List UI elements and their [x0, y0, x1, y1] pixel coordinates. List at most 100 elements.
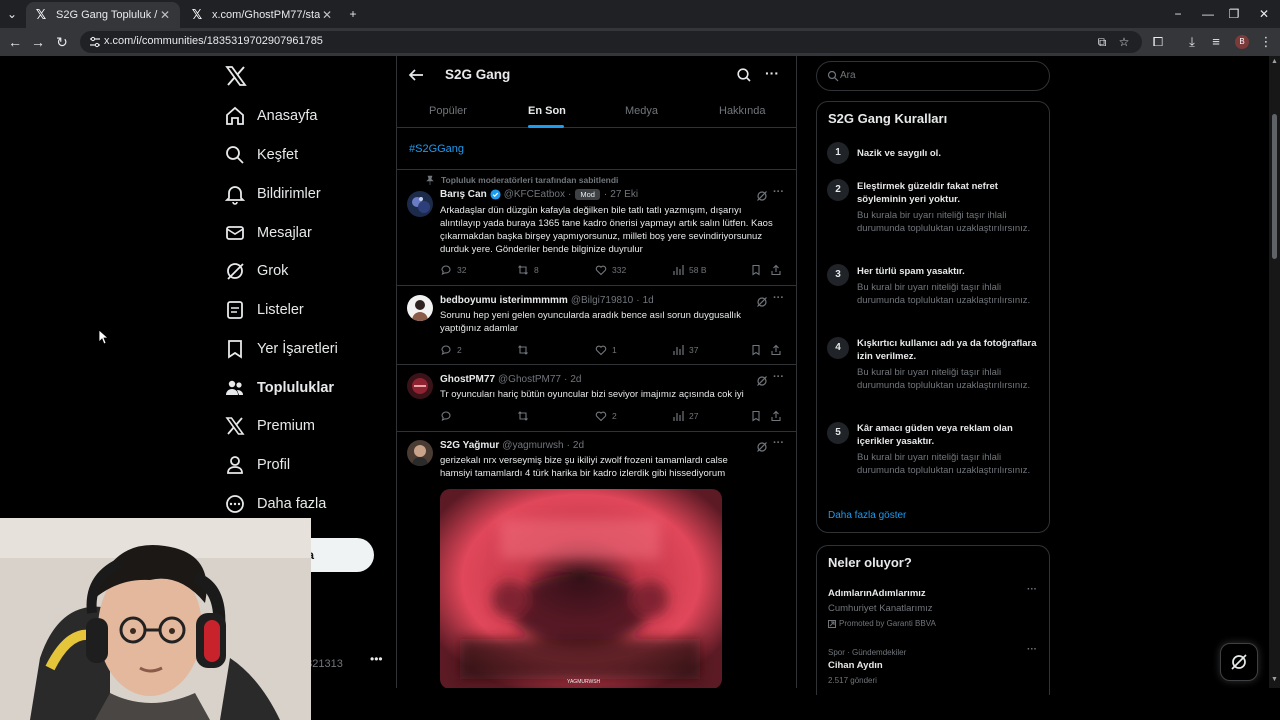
author-handle[interactable]: @yagmurwsh [502, 440, 563, 451]
post[interactable]: S2G Yağmur @yagmurwsh · 2d ··· gerizekal… [397, 432, 796, 688]
bookmark-star-icon[interactable]: ☆ [1116, 34, 1132, 50]
avatar[interactable] [407, 373, 433, 399]
grok-floating-button[interactable] [1220, 643, 1258, 681]
minimize-icon[interactable]: — [1200, 6, 1216, 22]
author-name[interactable]: GhostPM77 [440, 374, 495, 385]
views-button[interactable]: 27 [672, 410, 698, 422]
repost-button[interactable] [517, 344, 534, 356]
browser-tab-active[interactable]: 𝕏 S2G Gang Topluluk / X ✕ [26, 2, 180, 28]
profile-avatar[interactable]: B [1235, 35, 1249, 49]
nav-premium[interactable]: Premium [224, 412, 315, 440]
nav-grok[interactable]: Grok [224, 257, 288, 285]
post-media[interactable]: YAGMURWSH [440, 489, 722, 688]
scroll-up-icon[interactable]: ▲ [1271, 58, 1278, 65]
bookmark-button[interactable] [750, 410, 767, 422]
bookmark-button[interactable] [750, 264, 767, 276]
tab-search-icon[interactable]: ⌄ [4, 6, 20, 22]
nav-profile[interactable]: Profil [224, 451, 290, 479]
post-time[interactable]: 2d [570, 374, 581, 385]
views-button[interactable]: 37 [672, 344, 698, 356]
reply-button[interactable] [440, 410, 457, 422]
post-time[interactable]: 2d [573, 440, 584, 451]
nav-notifications[interactable]: Bildirimler [224, 180, 321, 208]
install-app-icon[interactable]: ⧉ [1094, 34, 1110, 50]
post[interactable]: Topluluk moderatörleri tarafından sabitl… [397, 170, 796, 286]
post[interactable]: bedboyumu isterimmmmm @Bilgi719810 · 1d … [397, 286, 796, 365]
post-more-icon[interactable]: ··· [773, 437, 784, 449]
community-hashtag[interactable]: #S2GGang [409, 143, 464, 155]
nav-messages[interactable]: Mesajlar [224, 219, 312, 247]
tab-latest[interactable]: En Son [528, 94, 566, 128]
browser-tab[interactable]: 𝕏 x.com/GhostPM77/status/1983... ✕ [182, 2, 342, 28]
author-handle[interactable]: @Bilgi719810 [571, 295, 633, 306]
forward-icon[interactable]: → [29, 33, 47, 51]
grok-icon[interactable] [756, 375, 768, 387]
author-name[interactable]: S2G Yağmur [440, 440, 499, 451]
nav-lists[interactable]: Listeler [224, 296, 304, 324]
post[interactable]: GhostPM77 @GhostPM77 · 2d ··· Tr oyuncul… [397, 365, 796, 432]
repost-button[interactable]: 8 [517, 264, 539, 276]
download-icon[interactable]: ⤓ [1184, 34, 1200, 50]
more-options-icon[interactable]: ··· [765, 65, 779, 81]
page-scrollbar[interactable]: ▲ ▼ [1269, 56, 1280, 688]
author-name[interactable]: Barış Can [440, 189, 487, 200]
site-settings-icon[interactable] [88, 35, 102, 49]
post-time[interactable]: 1d [643, 295, 654, 306]
extensions-icon[interactable]: ⧠ [1150, 34, 1166, 50]
nav-more[interactable]: Daha fazla [224, 490, 326, 518]
tab-media[interactable]: Medya [625, 94, 658, 128]
like-button[interactable]: 2 [595, 410, 617, 422]
restore-icon[interactable]: ❐ [1226, 6, 1242, 22]
post-more-icon[interactable]: ··· [773, 371, 784, 383]
back-icon[interactable]: ← [6, 33, 24, 51]
media-control-icon[interactable]: ≡ [1208, 34, 1224, 50]
share-button[interactable] [770, 264, 787, 276]
nav-communities[interactable]: Topluluklar [224, 374, 334, 402]
like-button[interactable]: 332 [595, 264, 626, 276]
avatar[interactable] [407, 295, 433, 321]
grok-icon[interactable] [756, 441, 768, 453]
share-button[interactable] [770, 410, 787, 422]
nav-home[interactable]: Anasayfa [224, 102, 317, 130]
reload-icon[interactable]: ↻ [53, 33, 71, 51]
back-arrow-icon[interactable] [407, 66, 425, 84]
grok-icon[interactable] [756, 190, 768, 202]
reply-button[interactable]: 2 [440, 344, 462, 356]
close-tab-icon[interactable]: ✕ [158, 8, 172, 22]
close-window-icon[interactable]: ✕ [1256, 6, 1272, 22]
like-button[interactable]: 1 [595, 344, 617, 356]
tab-popular[interactable]: Popüler [429, 94, 467, 128]
views-button[interactable]: 58 B [672, 264, 707, 276]
trend-more-icon[interactable]: ··· [1027, 584, 1037, 595]
grok-icon[interactable] [756, 296, 768, 308]
author-handle[interactable]: @GhostPM77 [498, 374, 561, 385]
tab-about[interactable]: Hakkında [719, 94, 765, 128]
avatar[interactable] [407, 440, 433, 466]
search-icon[interactable] [736, 67, 752, 83]
trend-title[interactable]: Cihan Aydın [828, 660, 883, 671]
nav-bookmarks[interactable]: Yer İşaretleri [224, 335, 338, 363]
minimize-icon[interactable]: − [1170, 6, 1186, 22]
author-name[interactable]: bedboyumu isterimmmmm [440, 295, 568, 306]
share-button[interactable] [770, 344, 787, 356]
post-more-icon[interactable]: ··· [773, 186, 784, 198]
browser-menu-icon[interactable]: ⋮ [1258, 34, 1274, 50]
trend-title[interactable]: AdımlarınAdımlarımız [828, 588, 926, 599]
account-more-icon[interactable]: ••• [370, 652, 383, 666]
address-bar[interactable]: x.com/i/communities/1835319702907961785 … [80, 31, 1142, 53]
show-more-link[interactable]: Daha fazla göster [828, 510, 906, 521]
bookmark-button[interactable] [750, 344, 767, 356]
post-time[interactable]: 27 Eki [610, 189, 638, 200]
scroll-thumb[interactable] [1272, 114, 1277, 259]
x-logo-icon[interactable] [224, 64, 248, 88]
search-input[interactable]: Ara [816, 61, 1050, 91]
new-tab-icon[interactable]: + [345, 6, 361, 22]
trend-more-icon[interactable]: ··· [1027, 644, 1037, 655]
repost-button[interactable] [517, 410, 534, 422]
author-handle[interactable]: @KFCEatbox [504, 189, 565, 200]
scroll-down-icon[interactable]: ▼ [1271, 676, 1278, 683]
post-more-icon[interactable]: ··· [773, 292, 784, 304]
reply-button[interactable]: 32 [440, 264, 466, 276]
close-tab-icon[interactable]: ✕ [320, 8, 334, 22]
avatar[interactable] [407, 191, 433, 217]
